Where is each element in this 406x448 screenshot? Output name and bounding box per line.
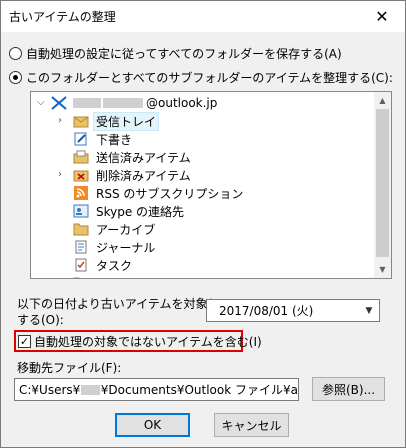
tree-item-label: アーカイブ	[96, 222, 156, 237]
mailbox-icon	[51, 96, 67, 110]
path-prefix: C:¥Users¥	[19, 382, 81, 397]
tree-item-tasks[interactable]: タスク	[55, 256, 134, 274]
tree-item-rss[interactable]: RSS のサブスクリプション	[55, 184, 245, 202]
tree-item-archive[interactable]: アーカイブ	[55, 220, 157, 238]
include-items-checkbox-box[interactable]: ✓	[18, 334, 31, 348]
date-label-line1: 以下の日付より古いアイテムを対象と	[17, 297, 220, 311]
scroll-down-icon[interactable]: ▼	[374, 261, 391, 278]
radio-archive-folder-label: このフォルダーとすべてのサブフォルダーのアイテムを整理する(C):	[26, 71, 393, 85]
redacted-account-name	[73, 98, 101, 108]
destination-label: 移動先ファイル(F):	[17, 361, 122, 375]
rss-icon	[73, 186, 89, 200]
path-suffix: ¥Documents¥Outlook ファイル¥a	[100, 383, 298, 397]
sent-icon	[73, 150, 89, 164]
tree-item-journal[interactable]: ジャーナル	[55, 238, 157, 256]
chevron-right-icon[interactable]: ›	[58, 169, 62, 180]
tree-item-label: 下書き	[96, 132, 133, 147]
deleted-icon	[73, 168, 89, 182]
radio-archive-all[interactable]: 自動処理の設定に従ってすべてのフォルダーを保存する(A)	[9, 45, 342, 62]
chevron-right-icon[interactable]: ›	[58, 115, 62, 126]
scroll-up-icon[interactable]: ▲	[374, 92, 391, 109]
date-value: 2017/08/01 (火)	[219, 304, 314, 318]
include-items-label: 自動処理の対象ではないアイテムを含む(I)	[34, 334, 262, 349]
tree-root[interactable]: ⌵ @outlook.jp	[37, 94, 219, 112]
tree-item-label: メモ	[94, 275, 122, 279]
cancel-label: キャンセル	[221, 418, 282, 433]
tree-item-label: タスク	[96, 258, 133, 273]
redacted-username	[81, 384, 100, 395]
tree-item-label: 削除済みアイテム	[96, 168, 191, 183]
folder-icon	[73, 276, 89, 278]
tree-item-drafts[interactable]: 下書き	[55, 130, 134, 148]
tree-item-inbox[interactable]: › 受信トレイ	[55, 111, 160, 131]
tree-scrollbar[interactable]: ▲ ▼	[374, 92, 391, 278]
contacts-icon	[73, 204, 89, 218]
folder-icon	[73, 222, 89, 236]
tree-item-skype-contacts[interactable]: Skype の連絡先	[55, 202, 186, 220]
inbox-icon	[73, 114, 89, 128]
ok-button[interactable]: OK	[115, 413, 190, 437]
chevron-down-icon[interactable]: ▼	[359, 300, 379, 321]
drafts-icon	[73, 132, 89, 146]
archive-dialog: 古いアイテムの整理 ✕ 自動処理の設定に従ってすべてのフォルダーを保存する(A)…	[0, 0, 406, 448]
radio-archive-all-indicator[interactable]	[9, 47, 22, 60]
date-picker[interactable]: 2017/08/01 (火) ▼	[206, 299, 380, 322]
tree-item-label: 受信トレイ	[92, 111, 160, 131]
tree-root-label: @outlook.jp	[146, 96, 218, 110]
close-icon: ✕	[375, 7, 389, 26]
tree-item-label: Skype の連絡先	[96, 204, 185, 219]
browse-button[interactable]: 参照(B)...	[312, 377, 385, 401]
radio-archive-all-label: 自動処理の設定に従ってすべてのフォルダーを保存する(A)	[26, 47, 342, 61]
include-items-checkbox[interactable]: ✓ 自動処理の対象ではないアイテムを含む(I)	[14, 330, 262, 352]
browse-label: 参照(B)...	[321, 382, 376, 397]
tree-item-label: RSS のサブスクリプション	[96, 186, 244, 201]
cancel-button[interactable]: キャンセル	[214, 413, 289, 437]
tree-item-label: ジャーナル	[96, 240, 156, 255]
journal-icon	[73, 240, 89, 254]
title-bar: 古いアイテムの整理 ✕	[1, 1, 405, 32]
window-title: 古いアイテムの整理	[9, 10, 116, 24]
folder-tree[interactable]: ⌵ @outlook.jp › 受信トレイ 下書き 送信済みアイテム › 削除済…	[30, 91, 392, 279]
chevron-down-icon[interactable]: ⌵	[37, 97, 45, 108]
tree-item-label: 送信済みアイテム	[96, 150, 191, 165]
date-label-line2: する(O):	[17, 313, 64, 327]
destination-path-input[interactable]: C:¥Users¥ ¥Documents¥Outlook ファイル¥a	[14, 378, 299, 401]
task-icon	[73, 258, 89, 272]
radio-archive-folder-indicator[interactable]	[9, 71, 22, 84]
tree-item-notes[interactable]: メモ	[55, 274, 122, 279]
ok-label: OK	[143, 418, 162, 432]
radio-archive-folder[interactable]: このフォルダーとすべてのサブフォルダーのアイテムを整理する(C):	[9, 69, 393, 86]
scroll-thumb[interactable]	[376, 109, 389, 257]
redacted-account-name-2	[103, 98, 143, 108]
tree-item-sent[interactable]: 送信済みアイテム	[55, 148, 193, 166]
tree-item-deleted[interactable]: › 削除済みアイテム	[55, 166, 193, 184]
close-button[interactable]: ✕	[359, 1, 405, 32]
